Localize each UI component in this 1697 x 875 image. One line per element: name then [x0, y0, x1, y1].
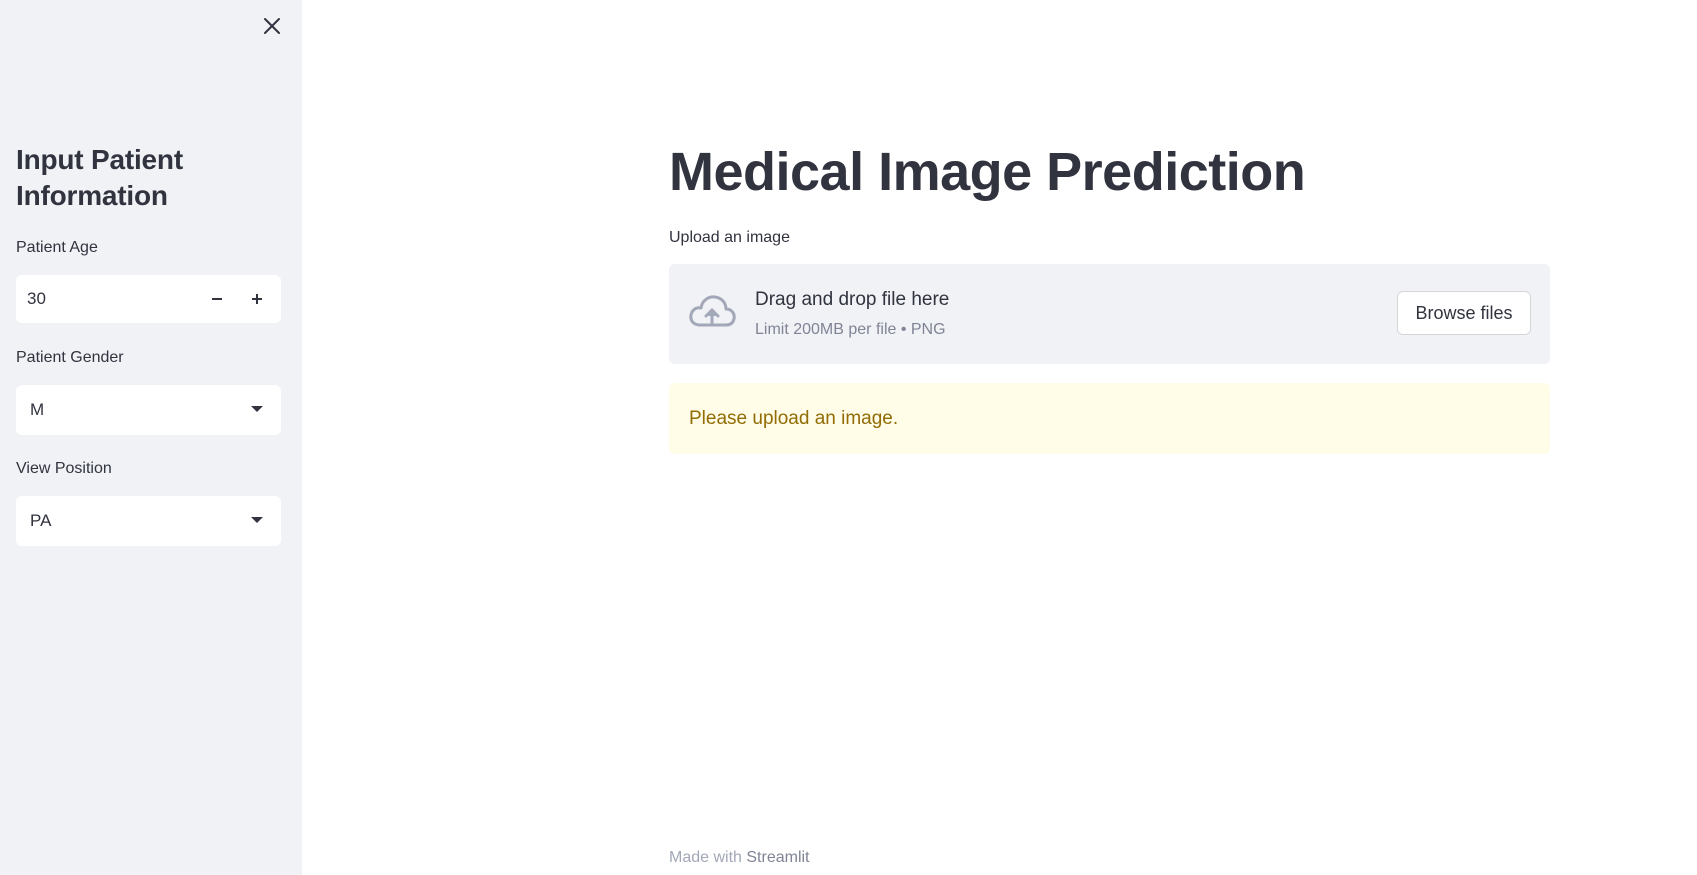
patient-age-stepper[interactable]: 30	[16, 275, 281, 323]
dropzone-title: Drag and drop file here	[755, 289, 950, 310]
app-root: Input Patient Information Patient Age 30…	[0, 0, 1697, 875]
streamlit-link[interactable]: Streamlit	[746, 849, 809, 866]
view-position-label: View Position	[16, 460, 112, 477]
increment-button[interactable]	[237, 275, 277, 323]
patient-age-label: Patient Age	[16, 239, 98, 256]
patient-gender-select[interactable]: M	[16, 385, 281, 435]
warning-alert: Please upload an image.	[669, 383, 1550, 454]
patient-age-value[interactable]: 30	[27, 275, 46, 323]
footer-prefix: Made with	[669, 849, 742, 866]
cloud-upload-icon	[689, 295, 736, 327]
browse-files-button[interactable]: Browse files	[1397, 291, 1531, 335]
page-title: Medical Image Prediction	[669, 142, 1306, 202]
decrement-button[interactable]	[197, 275, 237, 323]
chevron-down-icon	[251, 517, 263, 523]
sidebar-heading: Input Patient Information	[16, 144, 183, 211]
view-position-value: PA	[30, 511, 52, 530]
chevron-down-icon	[251, 406, 263, 412]
upload-label: Upload an image	[669, 229, 790, 246]
sidebar: Input Patient Information Patient Age 30…	[0, 0, 302, 875]
dropzone-limit-text: Limit 200MB per file • PNG	[755, 321, 946, 338]
patient-gender-value: M	[30, 400, 45, 419]
close-icon	[264, 18, 280, 34]
file-dropzone[interactable]: Drag and drop file here Limit 200MB per …	[669, 264, 1550, 364]
footer: Made with Streamlit	[669, 849, 810, 867]
close-sidebar-button[interactable]	[260, 14, 284, 38]
warning-text: Please upload an image.	[689, 408, 899, 429]
patient-gender-label: Patient Gender	[16, 349, 124, 366]
view-position-select[interactable]: PA	[16, 496, 281, 546]
minus-icon	[212, 298, 222, 300]
plus-icon	[252, 294, 262, 304]
